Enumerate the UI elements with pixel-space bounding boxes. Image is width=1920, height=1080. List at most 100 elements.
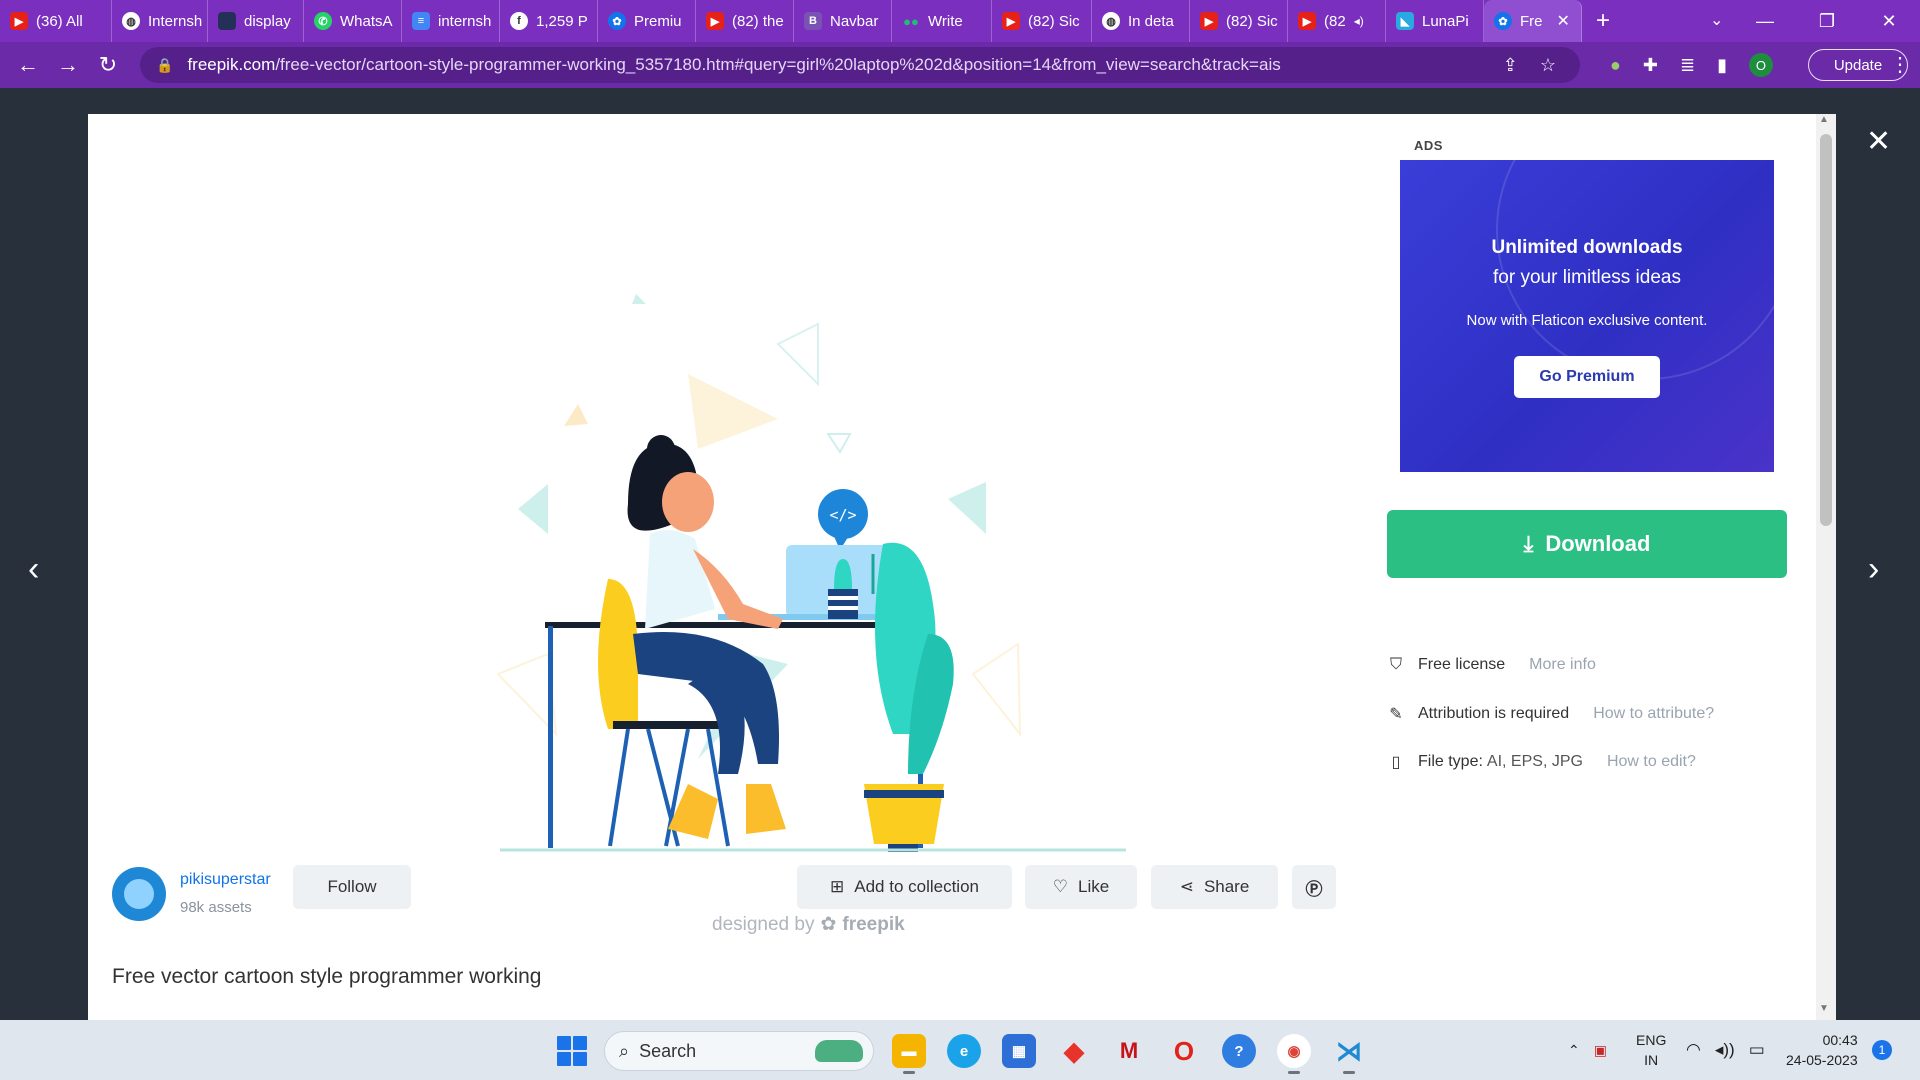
blank-icon: [218, 12, 236, 30]
back-icon[interactable]: ←: [8, 52, 48, 78]
go-premium-button[interactable]: Go Premium: [1514, 356, 1660, 398]
author-avatar[interactable]: [112, 867, 166, 921]
download-button[interactable]: ⤓ Download: [1387, 510, 1787, 578]
bookmark-star-icon[interactable]: ☆: [1540, 55, 1556, 76]
status-icons[interactable]: ◠ ◂)) ▭: [1686, 1020, 1765, 1080]
pen-icon: ✎: [1389, 706, 1403, 723]
menu-dots-icon[interactable]: ⋮: [1888, 52, 1912, 77]
taskbar-clock[interactable]: 00:43 24-05-2023: [1786, 1030, 1858, 1070]
download-icon: ⤓: [1523, 531, 1534, 556]
search-icon: ⌕: [619, 1040, 630, 1061]
browser-tab[interactable]: f 1,259 P: [500, 0, 598, 42]
close-modal-icon[interactable]: ✕: [1866, 124, 1891, 159]
media-controls-icon[interactable]: ≣: [1680, 55, 1695, 76]
share-button[interactable]: ⋖ Share: [1151, 865, 1278, 909]
ads-label: ADS: [1414, 138, 1443, 153]
restore-icon[interactable]: ❐: [1796, 11, 1858, 32]
store-icon[interactable]: ▦: [1002, 1034, 1036, 1068]
browser-tab[interactable]: ◣ LunaPi: [1386, 0, 1484, 42]
like-button[interactable]: ♡ Like: [1025, 865, 1137, 909]
forward-icon[interactable]: →: [48, 52, 88, 78]
file-icon: ▯: [1391, 754, 1401, 771]
scrollbar-thumb[interactable]: [1820, 134, 1832, 526]
chrome-icon[interactable]: ◉: [1277, 1034, 1311, 1074]
share-icon: ⋖: [1179, 877, 1194, 896]
programmer-illustration: </>: [496, 294, 1126, 852]
browser-tab[interactable]: ▶ (82) Sic: [992, 0, 1092, 42]
author-assets: 98k assets: [180, 899, 252, 916]
filetype-value: AI, EPS, JPG: [1486, 753, 1583, 770]
system-tray: ⌃ ▣: [1568, 1020, 1607, 1080]
more-info-link[interactable]: More info: [1529, 656, 1596, 674]
ad-title: Unlimited downloads: [1491, 237, 1683, 258]
share-page-icon[interactable]: ⇪: [1503, 55, 1518, 76]
folder-plus-icon: ⊞: [830, 877, 845, 896]
scroll-up-icon[interactable]: ▲: [1819, 114, 1829, 125]
author-name[interactable]: pikisuperstar: [180, 871, 271, 889]
heart-icon: ♡: [1052, 877, 1069, 896]
svg-text:</>: </>: [829, 506, 856, 524]
browser-tab[interactable]: ◍ In deta: [1092, 0, 1190, 42]
puzzle-icon[interactable]: ✚: [1643, 55, 1658, 76]
how-to-edit-link[interactable]: How to edit?: [1607, 753, 1696, 771]
close-window-icon[interactable]: ✕: [1858, 11, 1920, 32]
battery-icon: ▭: [1748, 1040, 1765, 1059]
ad-note: Now with Flaticon exclusive content.: [1466, 312, 1708, 329]
browser-tab[interactable]: ●● Write: [892, 0, 992, 42]
avatar-face: [124, 879, 154, 909]
quick-assist-icon[interactable]: ?: [1222, 1034, 1256, 1068]
edge-icon[interactable]: e: [947, 1034, 981, 1068]
browser-tab[interactable]: display: [208, 0, 304, 42]
license-row: ⛉ Free license More info: [1386, 656, 1596, 674]
browser-tab[interactable]: B Navbar: [794, 0, 892, 42]
windows-start-icon[interactable]: [557, 1036, 587, 1066]
freepik-logo-icon: ✿: [820, 914, 837, 935]
volume-icon: ◂)): [1714, 1040, 1735, 1059]
follow-button[interactable]: Follow: [293, 865, 411, 909]
notification-badge[interactable]: 1: [1872, 1040, 1892, 1060]
browser-tab[interactable]: ▶ (82 ◂): [1288, 0, 1386, 42]
browser-tab[interactable]: ▶ (82) the: [696, 0, 794, 42]
vscode-icon[interactable]: ⋊: [1332, 1034, 1366, 1074]
browser-tab[interactable]: ≡ internsh: [402, 0, 500, 42]
tab-search-icon[interactable]: ⌄: [1710, 10, 1723, 30]
reload-icon[interactable]: ↻: [88, 52, 128, 78]
browser-tab[interactable]: ✆ WhatsA: [304, 0, 402, 42]
file-explorer-icon[interactable]: ▬: [892, 1034, 926, 1074]
anydesk-icon[interactable]: ◆: [1057, 1034, 1091, 1068]
browser-tab[interactable]: ▶ (82) Sic: [1190, 0, 1288, 42]
opera-icon[interactable]: O: [1167, 1034, 1201, 1068]
mcafee-icon[interactable]: M: [1112, 1034, 1146, 1068]
whatsapp-icon: ✆: [314, 12, 332, 30]
browser-tab[interactable]: ▶ (36) All: [0, 0, 112, 42]
premium-ad[interactable]: Unlimited downloads for your limitless i…: [1400, 160, 1774, 472]
tray-app-icon[interactable]: ▣: [1594, 1042, 1607, 1059]
previous-arrow-icon[interactable]: ‹: [28, 550, 39, 589]
tab-close-icon[interactable]: ✕: [1557, 11, 1570, 31]
side-panel-icon[interactable]: ▮: [1717, 55, 1727, 76]
lunapic-icon: ◣: [1396, 12, 1414, 30]
attribution-row: ✎ Attribution is required How to attribu…: [1386, 704, 1714, 724]
browser-tab[interactable]: ✿ Premiu: [598, 0, 696, 42]
chevron-up-icon[interactable]: ⌃: [1568, 1042, 1580, 1059]
language-indicator[interactable]: ENG IN: [1636, 1030, 1666, 1070]
next-arrow-icon[interactable]: ›: [1868, 550, 1879, 589]
new-tab-button[interactable]: +: [1582, 7, 1624, 35]
extension-icon[interactable]: ●: [1610, 55, 1621, 76]
bootstrap-icon: B: [804, 12, 822, 30]
how-to-attribute-link[interactable]: How to attribute?: [1593, 705, 1714, 723]
browser-tab[interactable]: ◍ Internsh: [112, 0, 208, 42]
freepik-icon: ✿: [608, 12, 626, 30]
extensions-area: ● ✚ ≣ ▮ O: [1610, 42, 1773, 88]
url-field[interactable]: 🔒 freepik.com/free-vector/cartoon-style-…: [140, 47, 1580, 83]
tab-strip: ▶ (36) All ◍ Internsh display ✆ WhatsA ≡ int…: [0, 0, 1920, 42]
browser-tab-active[interactable]: ✿ Fre ✕: [1484, 0, 1582, 42]
taskbar-search[interactable]: ⌕ Search: [604, 1031, 874, 1071]
minimize-icon[interactable]: —: [1734, 11, 1796, 32]
audio-playing-icon: ◂): [1353, 14, 1364, 28]
profile-avatar[interactable]: O: [1748, 53, 1773, 77]
pinterest-button[interactable]: Ⓟ: [1292, 865, 1336, 909]
youtube-icon: ▶: [10, 12, 28, 30]
scroll-down-icon[interactable]: ▼: [1819, 1003, 1829, 1014]
add-to-collection-button[interactable]: ⊞ Add to collection: [797, 865, 1012, 909]
